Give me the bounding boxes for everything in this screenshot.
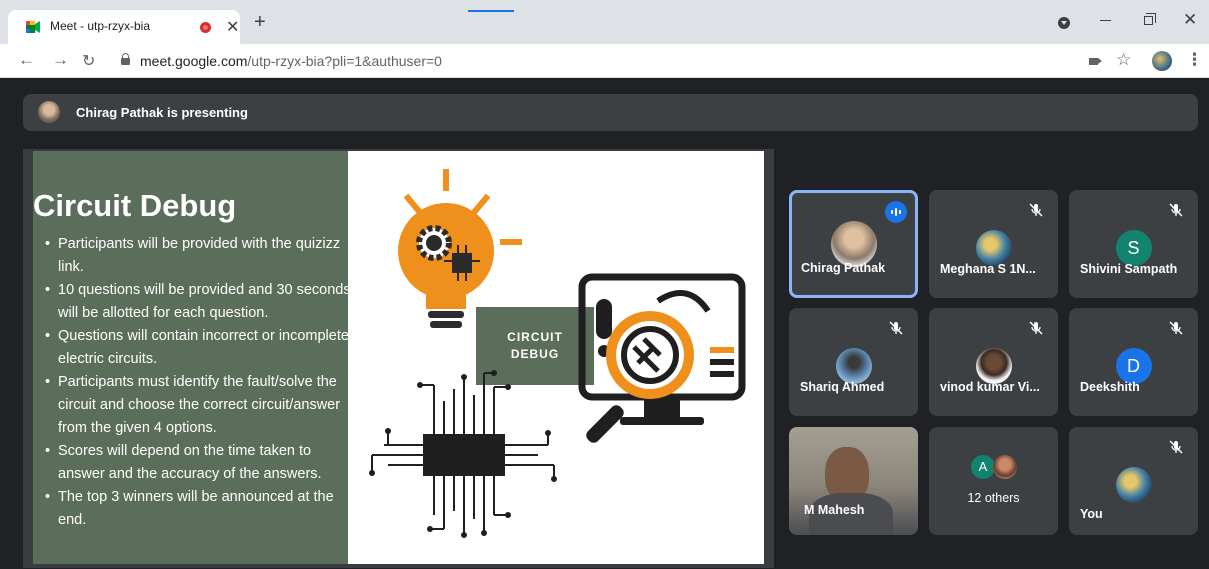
camera-in-use-icon[interactable] [1089,58,1098,65]
slide-bullet: 10 questions will be provided and 30 sec… [45,279,355,325]
back-arrow-icon[interactable]: ← [18,50,35,70]
participant-tile-others[interactable]: A 12 others [929,427,1058,535]
more-menu-icon[interactable]: ⋮ [1186,50,1203,70]
browser-toolbar: ← → ↻ meet.google.com/utp-rzyx-bia?pli=1… [0,44,1209,78]
mic-off-icon [1169,440,1183,454]
participant-tile-vinod[interactable]: vinod kumar Vi... [929,308,1058,416]
loading-indicator [468,10,514,12]
mic-off-icon [1029,321,1043,335]
participant-name: vinod kumar Vi... [940,380,1040,394]
speaking-indicator-icon [885,201,907,223]
label-line2: DEBUG [511,347,559,361]
avatar [1115,467,1152,503]
tab-title: Meet - utp-rzyx-bia [50,19,151,33]
others-count: 12 others [967,491,1020,505]
participant-name: Meghana S 1N... [940,262,1036,276]
participant-name: Deekshith [1080,380,1140,394]
mic-off-icon [1029,203,1043,217]
participant-name: Chirag Pathak [801,261,886,275]
reload-icon[interactable]: ↻ [82,51,95,71]
label-line1: CIRCUIT [507,330,563,344]
avatar: S [1115,230,1152,266]
monitor-bug-icon [578,273,746,443]
profile-avatar[interactable] [1152,51,1172,71]
slide-bullet: Questions will contain incorrect or inco… [45,325,355,371]
slide-bullet: Scores will depend on the time taken to … [45,440,355,486]
lightbulb-icon [398,169,522,328]
address-bar[interactable]: meet.google.com/utp-rzyx-bia?pli=1&authu… [140,53,442,69]
meet-favicon-icon [26,21,40,33]
slide-bullet: Participants will be provided with the q… [45,233,355,279]
tab-search-icon[interactable] [1058,17,1070,29]
slide-title: Circuit Debug [33,188,237,223]
avatar [993,455,1017,479]
slide-bullet: The top 3 winners will be announced at t… [45,486,355,532]
new-tab-icon[interactable]: + [254,12,266,32]
url-host: meet.google.com [140,53,248,69]
browser-tab-strip: Meet - utp-rzyx-bia ✕ + ✕ [0,0,1209,44]
participant-tile-shariq[interactable]: Shariq Ahmed [789,308,918,416]
participant-tile-shivini[interactable]: S Shivini Sampath [1069,190,1198,298]
slide-bullet: Participants must identify the fault/sol… [45,371,355,440]
presenter-avatar [38,101,60,123]
participant-tile-deekshith[interactable]: D Deekshith [1069,308,1198,416]
recording-indicator-icon [200,22,211,33]
avatar: A [971,455,995,479]
presenting-text: Chirag Pathak is presenting [76,105,248,120]
minimize-icon[interactable] [1100,20,1111,21]
browser-tab[interactable]: Meet - utp-rzyx-bia ✕ [8,10,240,44]
microchip-icon [369,370,557,538]
window-close-icon[interactable]: ✕ [1183,10,1197,30]
participant-tile-meghana[interactable]: Meghana S 1N... [929,190,1058,298]
participant-name: Shivini Sampath [1080,262,1178,276]
maximize-icon[interactable] [1144,13,1156,25]
lock-icon[interactable] [121,53,130,65]
mic-off-icon [1169,203,1183,217]
forward-arrow-icon[interactable]: → [52,50,69,70]
mic-off-icon [1169,321,1183,335]
avatar [835,348,872,384]
participant-name: M Mahesh [804,503,865,517]
tab-close-icon[interactable]: ✕ [226,17,239,37]
circuit-debug-illustration: CIRCUIT DEBUG [369,169,746,538]
participant-tile-you[interactable]: You [1069,427,1198,535]
participant-name: You [1080,507,1103,521]
avatar [975,230,1012,266]
participant-name: Shariq Ahmed [800,380,885,394]
presenting-banner: Chirag Pathak is presenting [23,94,1198,131]
mic-off-icon [889,321,903,335]
slide-bullet-list: Participants will be provided with the q… [45,233,355,532]
avatar [975,348,1012,384]
avatar: D [1115,348,1152,384]
participant-tile-mahesh[interactable]: M Mahesh [789,427,918,535]
bookmark-star-icon[interactable]: ☆ [1116,50,1131,70]
url-path: /utp-rzyx-bia?pli=1&authuser=0 [247,53,442,69]
participant-tile-chirag[interactable]: Chirag Pathak [789,190,918,298]
